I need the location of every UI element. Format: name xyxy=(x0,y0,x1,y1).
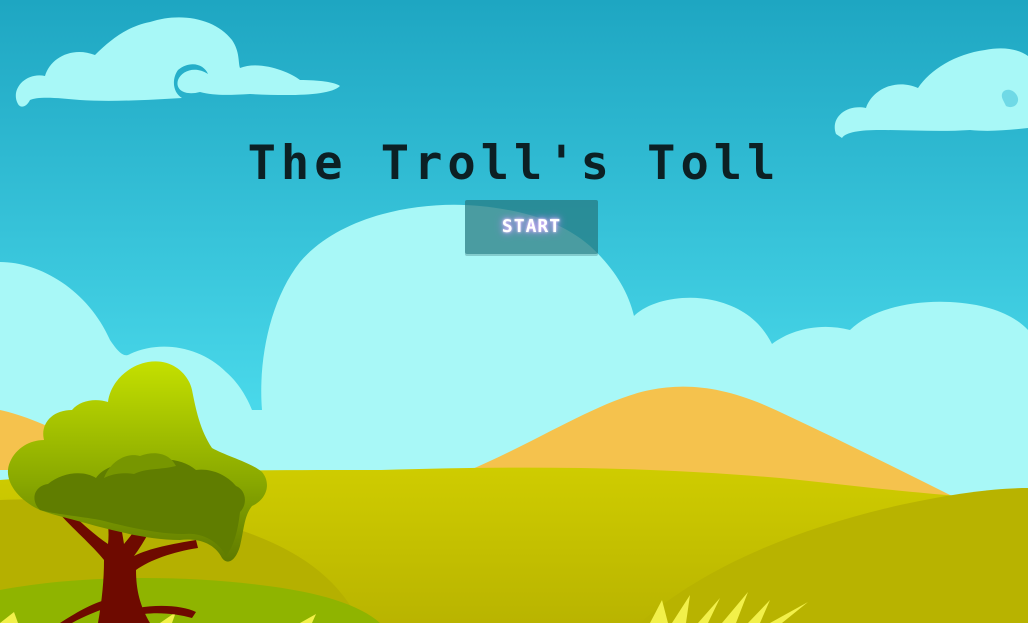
title-screen: The Troll's Toll START xyxy=(0,0,1028,623)
game-title: The Troll's Toll xyxy=(247,136,781,191)
background-landscape xyxy=(0,0,1028,623)
start-button[interactable]: START xyxy=(465,200,598,254)
